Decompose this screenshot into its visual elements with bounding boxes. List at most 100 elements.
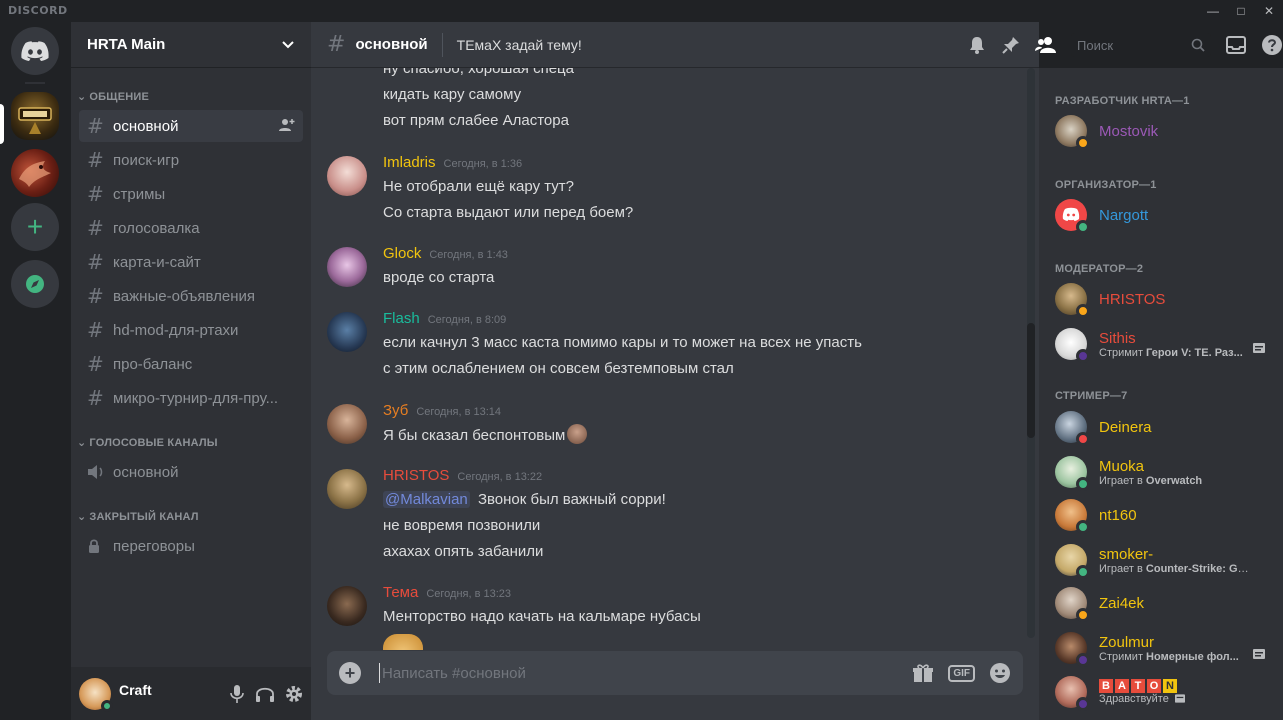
message-author[interactable]: Imladris — [383, 154, 436, 171]
member-name: Nargott — [1099, 206, 1149, 224]
gift-icon[interactable] — [912, 663, 934, 683]
category-voice[interactable]: ⌄ ГОЛОСОВЫЕ КАНАЛЫ — [77, 436, 218, 450]
message-author[interactable]: Glock — [383, 245, 421, 262]
member-item[interactable]: Deinera — [1055, 407, 1271, 447]
headphones-icon[interactable] — [255, 685, 275, 703]
user-avatar[interactable] — [79, 677, 113, 712]
channel-strimy[interactable]: # стримы — [79, 178, 303, 210]
channel-mikro-turnir[interactable]: # микро-турнир-для-пру... — [79, 382, 303, 414]
channel-label: голосовалка — [113, 219, 200, 237]
user-avatar[interactable] — [327, 247, 367, 287]
channel-label: hd-mod-для-ртахи — [113, 321, 239, 339]
doge-emoji-icon[interactable] — [383, 634, 423, 650]
title-bar: DISCORD — □ ✕ — [0, 0, 1283, 22]
explore-servers-button[interactable] — [11, 260, 59, 308]
emoji-picker-icon[interactable] — [989, 662, 1011, 684]
activity-prefix: Стримит — [1099, 650, 1147, 663]
header-toolbar: Поиск — [967, 22, 1283, 68]
channel-peregovory[interactable]: переговоры — [79, 530, 303, 562]
channel-osnovnoy[interactable]: # основной — [79, 110, 303, 142]
message-author[interactable]: Зуб — [383, 402, 408, 419]
message-timestamp: Сегодня, в 1:36 — [443, 158, 523, 170]
channel-label: основной — [113, 117, 179, 135]
user-avatar[interactable] — [327, 404, 367, 444]
member-avatar — [1055, 199, 1090, 234]
message-group: Glock Сегодня, в 1:43 вродe со старта — [327, 245, 1017, 293]
user-mention[interactable]: @Malkavian — [383, 491, 470, 508]
message-timestamp: Сегодня, в 13:14 — [416, 406, 502, 418]
member-item[interactable]: Zoulmur Стримит Номерные фол... — [1055, 627, 1271, 669]
member-activity: Стримит Номерные фол... — [1099, 651, 1239, 663]
member-item[interactable]: Muoka Играет в Overwatch — [1055, 451, 1271, 493]
letter-tile: T — [1131, 679, 1145, 693]
discord-logo-icon — [21, 41, 49, 61]
hash-icon: # — [87, 216, 104, 240]
channel-topic[interactable]: ТЕмаХ задай тему! — [457, 37, 582, 53]
user-avatar[interactable] — [327, 586, 367, 626]
lock-icon — [89, 539, 99, 553]
member-item[interactable]: Nargott — [1055, 195, 1271, 235]
member-item[interactable]: Sithis Стримит Герои V: ТЕ. Раз... — [1055, 323, 1271, 365]
status-idle-icon — [1076, 136, 1090, 150]
user-avatar[interactable] — [327, 312, 367, 352]
member-avatar — [1055, 411, 1090, 446]
user-avatar[interactable] — [327, 469, 367, 509]
members-icon[interactable] — [1035, 35, 1057, 55]
microphone-icon[interactable] — [229, 684, 245, 704]
help-icon[interactable] — [1261, 34, 1283, 56]
message-timestamp: Сегодня, в 13:22 — [457, 471, 543, 483]
category-private[interactable]: ⌄ ЗАКРЫТЫЙ КАНАЛ — [77, 510, 199, 524]
category-general[interactable]: ⌄ ОБЩЕНИЕ — [77, 90, 150, 104]
inbox-icon[interactable] — [1225, 35, 1247, 55]
member-name: Deinera — [1099, 418, 1152, 436]
letter-tile: A — [1115, 679, 1129, 693]
search-input[interactable]: Поиск — [1071, 33, 1211, 57]
settings-gear-icon[interactable] — [285, 685, 303, 703]
message-author[interactable]: Flash — [383, 310, 420, 327]
member-item[interactable]: nt160 — [1055, 495, 1271, 535]
gif-button[interactable]: GIF — [948, 664, 975, 682]
category-label: ОБЩЕНИЕ — [89, 90, 150, 103]
message-author[interactable]: Тема — [383, 584, 418, 601]
channel-poisk-igr[interactable]: # поиск-игр — [79, 144, 303, 176]
message-group: Flash Сегодня, в 8:09 если качнул 3 масс… — [327, 310, 1017, 384]
channel-vazhnye-obyavleniya[interactable]: # важные-объявления — [79, 280, 303, 312]
channel-pro-balans[interactable]: # про-баланс — [79, 348, 303, 380]
maximize-button[interactable]: □ — [1227, 0, 1255, 22]
member-item[interactable]: Mostovik — [1055, 111, 1271, 151]
channel-karta-i-sait[interactable]: # карта-и-сайт — [79, 246, 303, 278]
custom-emoji-icon[interactable] — [567, 424, 588, 444]
server-icon-heroes[interactable] — [11, 92, 59, 140]
member-avatar — [1055, 328, 1090, 363]
bell-icon[interactable] — [967, 35, 987, 55]
channel-golosovalka[interactable]: # голосовалка — [79, 212, 303, 244]
member-item[interactable]: B A T O N Здравствуйте — [1055, 671, 1271, 713]
user-avatar[interactable] — [327, 156, 367, 196]
member-item[interactable]: HRISTOS — [1055, 279, 1271, 319]
channel-hd-mod[interactable]: # hd-mod-для-ртахи — [79, 314, 303, 346]
member-item[interactable]: Zai4ek — [1055, 583, 1271, 623]
member-item[interactable]: smoker- Играет в Counter-Strike: Glob... — [1055, 539, 1271, 581]
message-composer: + GIF — [327, 651, 1023, 695]
close-button[interactable]: ✕ — [1255, 0, 1283, 22]
server-separator — [25, 82, 45, 84]
pin-icon[interactable] — [1001, 35, 1021, 55]
minimize-button[interactable]: — — [1199, 0, 1227, 22]
upload-plus-icon[interactable]: + — [339, 662, 361, 684]
add-server-button[interactable]: + — [11, 203, 59, 251]
channel-label: карта-и-сайт — [113, 253, 201, 271]
member-activity: Здравствуйте — [1099, 693, 1185, 705]
message-input[interactable] — [382, 664, 862, 682]
invite-user-icon[interactable] — [279, 118, 295, 132]
server-header[interactable]: HRTA Main — [71, 22, 311, 68]
member-activity: Играет в Overwatch — [1099, 475, 1202, 487]
message-author[interactable]: HRISTOS — [383, 467, 449, 484]
voice-channel-osnovnoy[interactable]: основной — [79, 456, 303, 488]
member-avatar — [1055, 587, 1090, 622]
activity-prefix: Играет в — [1099, 474, 1146, 487]
scrollbar-thumb[interactable] — [1027, 323, 1035, 438]
status-streaming-icon — [1076, 653, 1090, 667]
header-divider — [441, 32, 443, 57]
home-button[interactable] — [11, 27, 59, 75]
server-icon-dragon[interactable] — [11, 149, 59, 197]
